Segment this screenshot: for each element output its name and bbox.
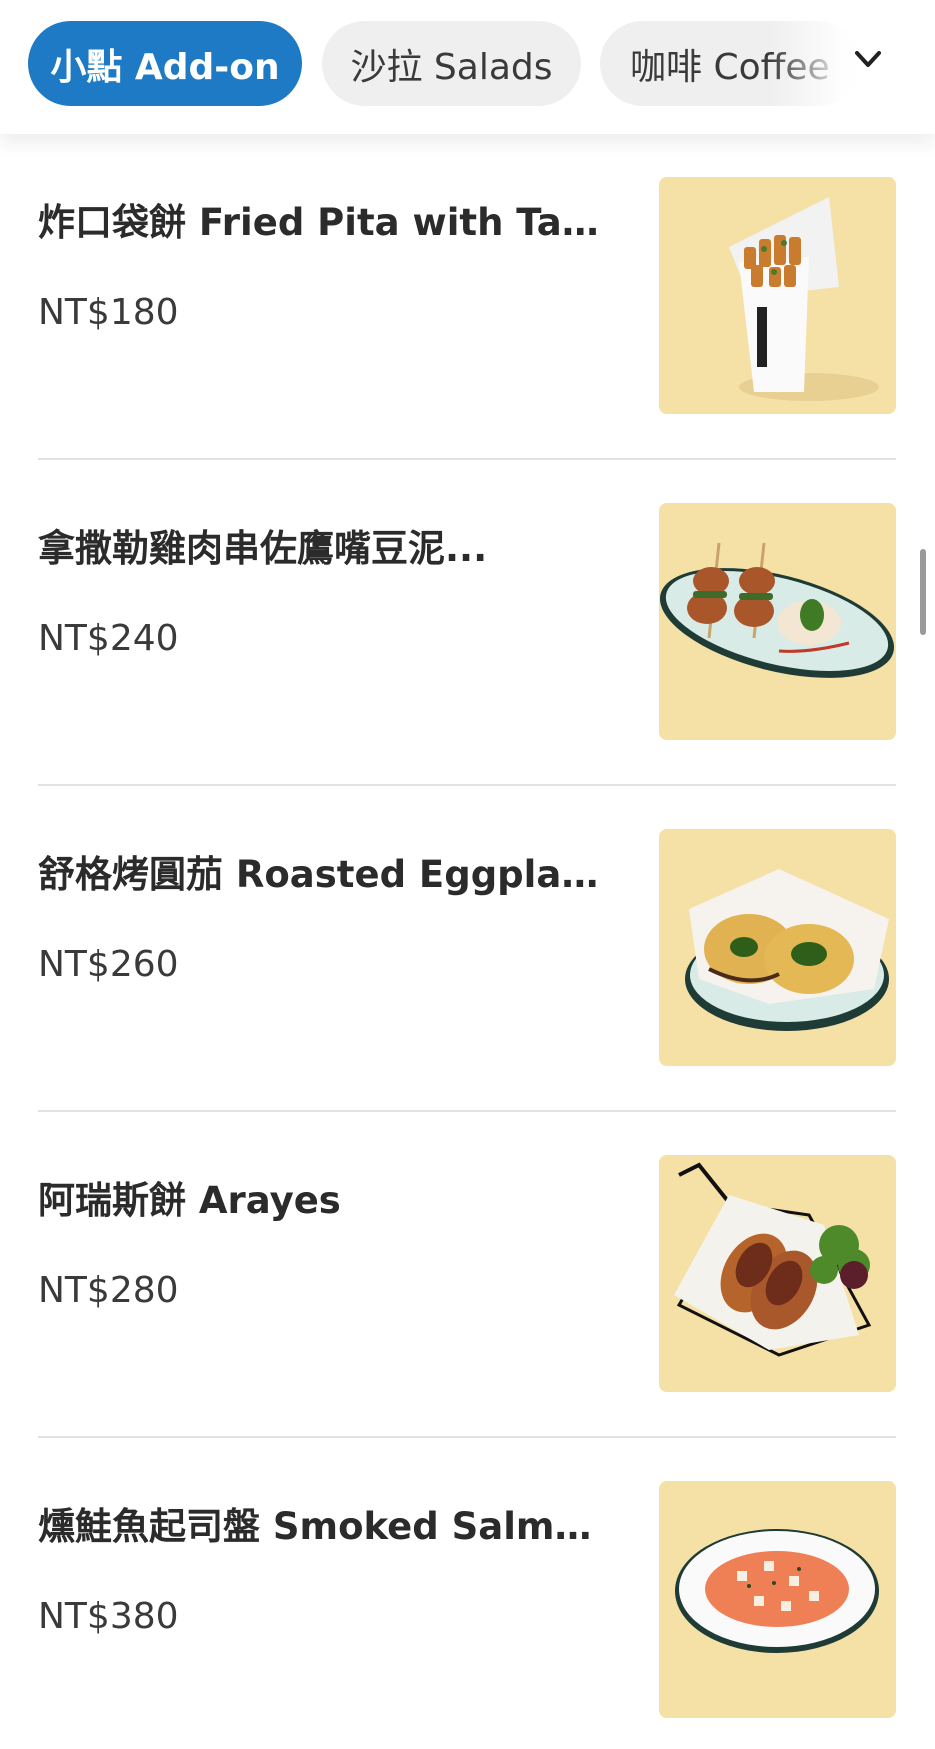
tab-add-on[interactable]: 小點 Add-on bbox=[28, 21, 302, 106]
item-divider bbox=[38, 784, 896, 786]
chevron-down-icon[interactable] bbox=[848, 40, 888, 80]
item-price: NT$260 bbox=[38, 944, 179, 985]
menu-item[interactable]: 燻鮭魚起司盤 Smoked Salmo... NT$380 bbox=[38, 1481, 896, 1749]
item-price: NT$280 bbox=[38, 1270, 179, 1311]
item-name: 舒格烤圓茄 Roasted Eggplant... bbox=[38, 853, 608, 896]
fried-pita-photo bbox=[659, 177, 896, 414]
menu-item[interactable]: 阿瑞斯餅 Arayes NT$280 bbox=[38, 1155, 896, 1481]
item-name: 拿撒勒雞肉串佐鷹嘴豆泥... bbox=[38, 527, 488, 570]
item-divider bbox=[38, 458, 896, 460]
item-name: 燻鮭魚起司盤 Smoked Salmo... bbox=[38, 1505, 608, 1548]
arayes-photo bbox=[659, 1155, 896, 1392]
smoked-salmon-photo bbox=[659, 1481, 896, 1718]
tab-salads[interactable]: 沙拉 Salads bbox=[322, 21, 581, 106]
item-divider bbox=[38, 1436, 896, 1438]
item-name: 炸口袋餅 Fried Pita with Tahini bbox=[38, 201, 608, 244]
chicken-skewer-photo bbox=[659, 503, 896, 740]
menu-page: 小點 Add-on 沙拉 Salads 咖啡 Coffee 炸口袋餅 Fried… bbox=[0, 0, 935, 1749]
roasted-eggplant-photo bbox=[659, 829, 896, 1066]
category-tab-bar: 小點 Add-on 沙拉 Salads 咖啡 Coffee bbox=[0, 0, 935, 134]
item-price: NT$380 bbox=[38, 1596, 179, 1637]
menu-item[interactable]: 舒格烤圓茄 Roasted Eggplant... NT$260 bbox=[38, 829, 896, 1155]
item-price: NT$180 bbox=[38, 292, 179, 333]
item-price: NT$240 bbox=[38, 618, 179, 659]
menu-item[interactable]: 拿撒勒雞肉串佐鷹嘴豆泥... NT$240 bbox=[38, 503, 896, 829]
item-divider bbox=[38, 1110, 896, 1112]
menu-item[interactable]: 炸口袋餅 Fried Pita with Tahini NT$180 bbox=[38, 177, 896, 503]
item-name: 阿瑞斯餅 Arayes bbox=[38, 1179, 341, 1222]
scrollbar[interactable] bbox=[920, 549, 926, 635]
